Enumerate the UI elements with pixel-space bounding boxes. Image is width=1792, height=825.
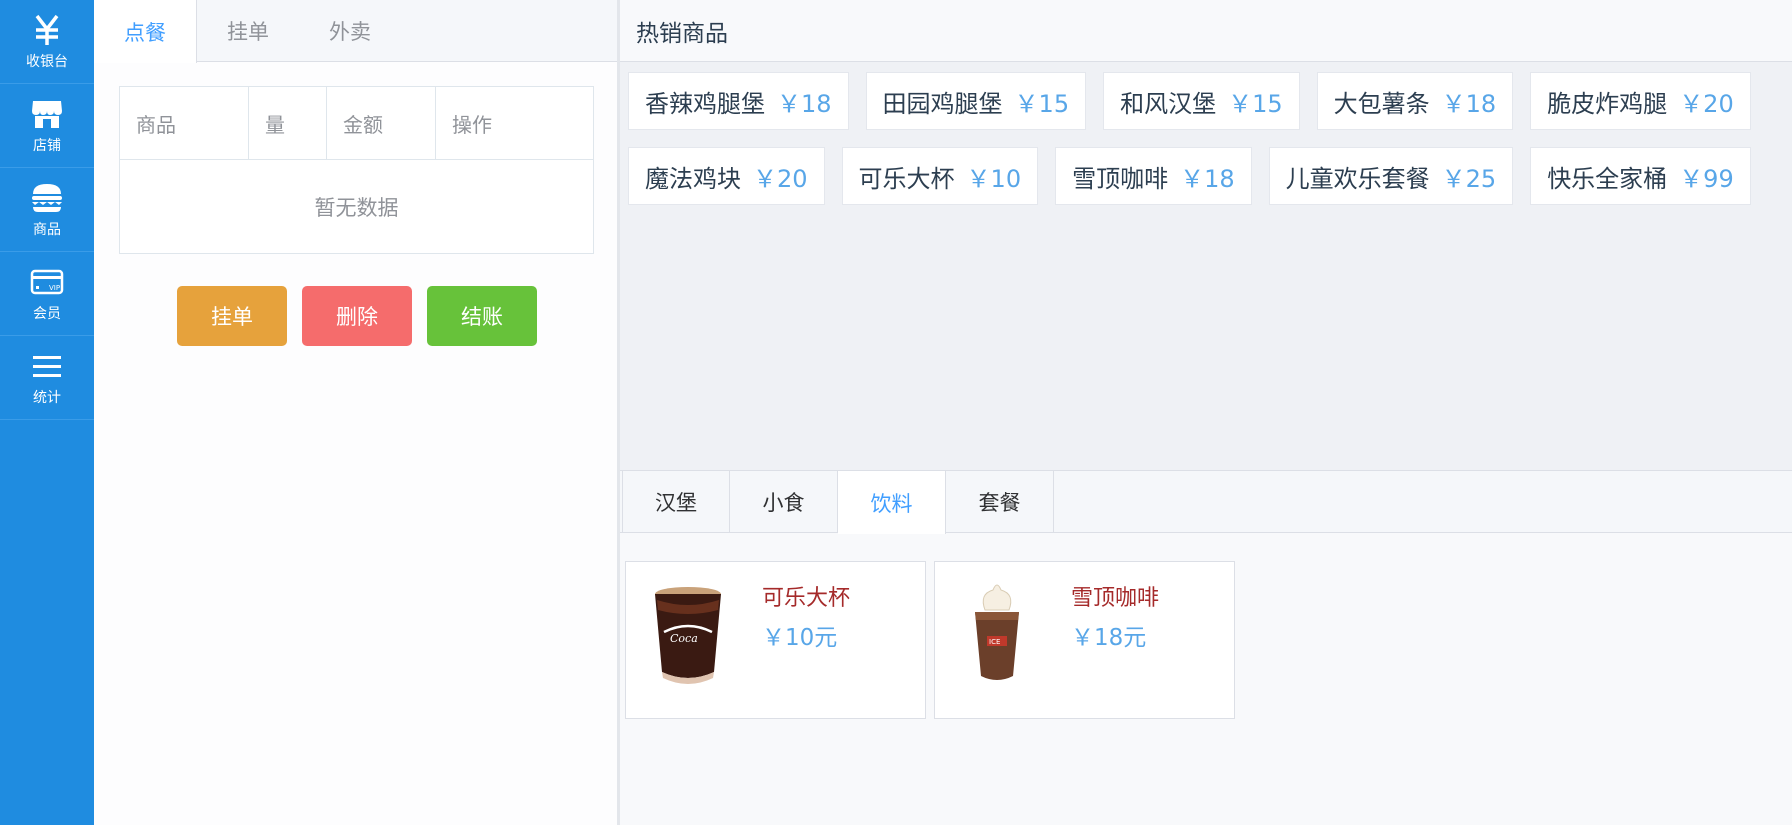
hot-item-price: ￥10 — [966, 164, 1022, 193]
hot-item-price: ￥99 — [1679, 164, 1734, 193]
sidebar-item-cashier[interactable]: 收银台 — [0, 0, 94, 84]
sidebar-item-goods[interactable]: 商品 — [0, 168, 94, 252]
hot-item[interactable]: 和风汉堡 ￥15 — [1103, 72, 1300, 130]
hot-item-price: ￥20 — [1679, 89, 1734, 118]
tab-drink[interactable]: 饮料 — [838, 471, 946, 534]
hot-item[interactable]: 雪顶咖啡 ￥18 — [1055, 147, 1252, 205]
tab-takeout[interactable]: 外卖 — [299, 0, 401, 62]
goods-card[interactable]: Coca 可乐大杯 ￥10元 — [625, 561, 926, 719]
goods-price: ￥10元 — [762, 625, 838, 651]
hot-title: 热销商品 — [620, 0, 1792, 62]
hot-item-price: ￥18 — [777, 89, 832, 118]
svg-text:ICE: ICE — [989, 638, 1000, 646]
tab-combo[interactable]: 套餐 — [946, 471, 1054, 533]
menu-lines-icon — [30, 349, 64, 383]
svg-text:VIP: VIP — [49, 284, 60, 292]
hot-item[interactable]: 儿童欢乐套餐 ￥25 — [1268, 147, 1514, 205]
main-area: 热销商品 香辣鸡腿堡 ￥18 田园鸡腿堡 ￥15 和风汉堡 ￥15 大包薯条 ￥18 脆… — [620, 0, 1792, 825]
hot-item-name: 魔法鸡块 — [645, 164, 741, 193]
hot-item-price: ￥18 — [1180, 164, 1235, 193]
hot-section: 热销商品 香辣鸡腿堡 ￥18 田园鸡腿堡 ￥15 和风汉堡 ￥15 大包薯条 ￥18 脆… — [620, 0, 1792, 470]
goods-list: Coca 可乐大杯 ￥10元 ICE 雪顶咖啡 ￥18元 — [625, 561, 1235, 719]
hot-item-price: ￥15 — [1228, 89, 1283, 118]
hot-item[interactable]: 香辣鸡腿堡 ￥18 — [628, 72, 849, 130]
sidebar-item-label: 收银台 — [26, 53, 68, 70]
order-panel: 点餐 挂单 外卖 商品 量 金额 操作 暂无数据 挂单 删除 结账 — [94, 0, 620, 825]
hot-item-name: 脆皮炸鸡腿 — [1547, 89, 1668, 118]
category-tabs: 汉堡 小食 饮料 套餐 — [620, 470, 1792, 534]
order-tabs: 点餐 挂单 外卖 — [94, 0, 617, 63]
sidebar-item-label: 商品 — [33, 221, 61, 238]
svg-text:Coca: Coca — [670, 632, 698, 645]
tab-order[interactable]: 点餐 — [94, 0, 197, 63]
hot-item-name: 和风汉堡 — [1120, 89, 1217, 118]
yen-icon — [30, 13, 64, 47]
sidebar-item-member[interactable]: VIP 会员 — [0, 252, 94, 336]
hot-list: 香辣鸡腿堡 ￥18 田园鸡腿堡 ￥15 和风汉堡 ￥15 大包薯条 ￥18 脆皮炸鸡腿 ￥… — [620, 62, 1792, 215]
burger-icon — [30, 181, 64, 215]
hot-item-name: 儿童欢乐套餐 — [1285, 164, 1430, 193]
hot-item[interactable]: 可乐大杯 ￥10 — [841, 147, 1039, 205]
hot-item-name: 香辣鸡腿堡 — [645, 89, 765, 118]
column-action: 操作 — [452, 112, 492, 137]
goods-price: ￥18元 — [1071, 625, 1147, 651]
delete-button[interactable]: 删除 — [302, 286, 412, 346]
hot-item-name: 快乐全家桶 — [1547, 164, 1668, 193]
goods-card[interactable]: ICE 雪顶咖啡 ￥18元 — [934, 561, 1235, 719]
hot-item-price: ￥18 — [1441, 89, 1497, 118]
sidebar-item-label: 店铺 — [33, 137, 61, 154]
hot-item-price: ￥20 — [753, 164, 808, 193]
hot-item[interactable]: 大包薯条 ￥18 — [1316, 72, 1514, 130]
hot-item-price: ￥25 — [1441, 164, 1497, 193]
sidebar-item-label: 统计 — [33, 389, 61, 406]
coffee-image: ICE — [975, 584, 1019, 680]
empty-text: 暂无数据 — [314, 195, 399, 220]
column-qty: 量 — [249, 87, 327, 159]
hot-item-name: 大包薯条 — [1333, 89, 1430, 118]
order-actions: 挂单 删除 结账 — [177, 286, 537, 346]
hot-item-name: 可乐大杯 — [858, 164, 955, 193]
shop-icon — [30, 97, 64, 131]
sidebar-item-label: 会员 — [33, 305, 61, 322]
vip-card-icon: VIP — [30, 265, 64, 299]
column-amount: 金额 — [327, 87, 436, 159]
hot-item-name: 田园鸡腿堡 — [882, 89, 1003, 118]
goods-name: 雪顶咖啡 — [1071, 586, 1160, 611]
tab-hold[interactable]: 挂单 — [197, 0, 299, 62]
sidebar-item-stats[interactable]: 统计 — [0, 336, 94, 420]
column-goods: 商品 — [120, 87, 249, 159]
hot-item[interactable]: 快乐全家桶 ￥99 — [1530, 147, 1751, 205]
goods-name: 可乐大杯 — [762, 586, 851, 611]
table-header: 商品 量 金额 操作 — [120, 87, 593, 160]
hot-item-price: ￥15 — [1014, 89, 1070, 118]
hold-button[interactable]: 挂单 — [177, 286, 287, 346]
hot-item[interactable]: 田园鸡腿堡 ￥15 — [865, 72, 1087, 130]
hot-item[interactable]: 魔法鸡块 ￥20 — [628, 147, 825, 205]
tab-snack[interactable]: 小食 — [730, 471, 838, 533]
hot-item[interactable]: 脆皮炸鸡腿 ￥20 — [1530, 72, 1751, 130]
cola-image: Coca — [655, 587, 721, 684]
hot-item-name: 雪顶咖啡 — [1072, 164, 1169, 193]
tab-burger[interactable]: 汉堡 — [622, 471, 730, 533]
checkout-button[interactable]: 结账 — [427, 286, 537, 346]
sidebar-nav: 收银台 店铺 商品 VIP 会员 统计 — [0, 0, 94, 825]
sidebar-item-shop[interactable]: 店铺 — [0, 84, 94, 168]
order-table: 商品 量 金额 操作 暂无数据 — [119, 86, 594, 254]
